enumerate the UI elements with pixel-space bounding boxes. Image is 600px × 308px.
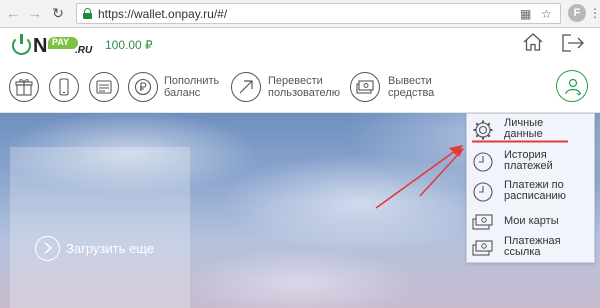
browser-profile-avatar[interactable]: F bbox=[568, 4, 586, 22]
gift-icon[interactable] bbox=[9, 72, 39, 102]
menu-item-label: Личные данные bbox=[504, 117, 544, 140]
user-icon bbox=[565, 78, 582, 96]
back-icon[interactable]: ← bbox=[4, 4, 22, 22]
user-menu-button[interactable] bbox=[556, 70, 588, 102]
menu-item-payment-link[interactable]: Платежная ссылка bbox=[467, 234, 596, 262]
list-icon[interactable] bbox=[89, 72, 119, 102]
menu-item-label: История платежей bbox=[504, 149, 553, 172]
cash-icon[interactable] bbox=[350, 72, 380, 102]
menu-item-payment-history[interactable]: История платежей bbox=[467, 148, 596, 176]
bookmark-star-icon[interactable]: ☆ bbox=[541, 7, 552, 21]
reload-icon[interactable]: ↻ bbox=[49, 4, 67, 22]
action-toolbar: Пополнить баланс Перевести пользователю … bbox=[0, 66, 600, 113]
user-dropdown-menu: Личные данные История платежей Платежи п… bbox=[466, 113, 595, 263]
menu-item-scheduled-payments[interactable]: Платежи по расписанию bbox=[467, 178, 596, 206]
arrow-up-right-icon[interactable] bbox=[231, 72, 261, 102]
arrow-right-icon bbox=[35, 236, 60, 261]
load-more-button[interactable]: Загрузить еще bbox=[35, 236, 154, 261]
onpay-logo[interactable]: N PAY .RU bbox=[12, 34, 92, 60]
browser-toolbar: ← → ↻ https://wallet.onpay.ru/#/ ▦ ☆ F ⋮ bbox=[0, 0, 600, 28]
menu-item-label: Платежная ссылка bbox=[504, 235, 561, 258]
translate-icon[interactable]: ▦ bbox=[520, 7, 531, 21]
address-bar[interactable]: https://wallet.onpay.ru/#/ ▦ ☆ bbox=[76, 3, 561, 24]
ruble-icon[interactable] bbox=[128, 72, 158, 102]
wallet-balance: 100.00 ₽ bbox=[105, 38, 153, 52]
clock-icon bbox=[473, 182, 493, 202]
lock-icon bbox=[83, 8, 92, 19]
load-more-card: Загрузить еще bbox=[10, 147, 190, 308]
gear-icon bbox=[473, 120, 493, 140]
menu-item-label: Мои карты bbox=[504, 215, 559, 227]
clock-icon bbox=[473, 152, 493, 172]
site-header: N PAY .RU 100.00 ₽ bbox=[0, 28, 600, 66]
logout-icon[interactable] bbox=[561, 33, 585, 53]
browser-menu-icon[interactable]: ⋮ bbox=[589, 5, 600, 21]
home-icon[interactable] bbox=[522, 32, 544, 52]
top-up-label[interactable]: Пополнить баланс bbox=[164, 75, 219, 99]
transfer-label[interactable]: Перевести пользователю bbox=[268, 75, 340, 99]
card-icon bbox=[472, 240, 493, 256]
menu-item-personal-data[interactable]: Личные данные bbox=[467, 116, 596, 144]
phone-icon[interactable] bbox=[49, 72, 79, 102]
card-icon bbox=[472, 214, 493, 230]
forward-icon[interactable]: → bbox=[26, 4, 44, 22]
withdraw-label[interactable]: Вывести средства bbox=[388, 75, 434, 99]
menu-item-my-cards[interactable]: Мои карты bbox=[467, 208, 596, 236]
menu-item-label: Платежи по расписанию bbox=[504, 179, 566, 202]
url-text: https://wallet.onpay.ru/#/ bbox=[98, 7, 228, 21]
